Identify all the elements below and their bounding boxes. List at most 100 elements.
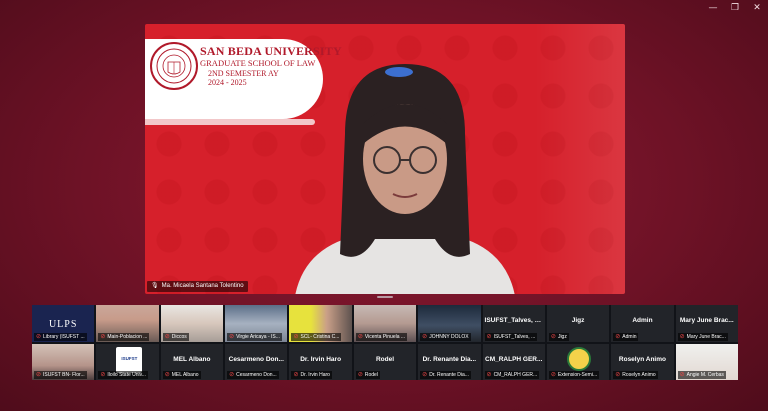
participant-name: ⊘ Diccos xyxy=(162,332,189,341)
participant-tile[interactable]: ULPS ⊘ Library (ISUFST ... xyxy=(32,305,95,342)
speaker-figure xyxy=(295,64,515,294)
participant-tile[interactable]: Dr. Irvin Haro ⊘ Dr. Irvin Haro xyxy=(289,343,352,380)
participant-tile[interactable]: Rodel ⊘ Rodel xyxy=(353,343,417,380)
muted-mic-icon: ⊘ xyxy=(100,333,106,340)
participant-name: ⊘ Library (ISUFST ... xyxy=(34,332,87,341)
participant-name: ⊘ Jigz xyxy=(548,332,569,341)
participant-label: Iloilo State Univ... xyxy=(107,372,146,378)
participant-name: ⊘ Iloilo State Univ... xyxy=(98,371,148,379)
participant-name: ⊘ Dr. Renante Dia... xyxy=(420,371,471,379)
muted-mic-icon: ⊘ xyxy=(486,333,492,340)
participant-label: Mary June Brac... xyxy=(686,333,726,340)
participant-label: ISUFST BN- Flor... xyxy=(43,372,85,378)
participant-label: Roselyn Animo xyxy=(622,372,656,378)
muted-mic-icon: ⊘ xyxy=(229,372,235,378)
participant-tile[interactable]: MEL Albano ⊘ MEL Albano xyxy=(160,343,224,380)
participant-display-name: Dr. Renante Dia... xyxy=(422,355,477,363)
participant-tile[interactable]: ⊘ Angie M. Cerbas xyxy=(675,343,738,380)
participant-tile[interactable]: CM_RALPH GER... ⊘ CM_RALPH GER... xyxy=(482,343,545,380)
participant-label: Angie M. Cerbas xyxy=(686,372,724,378)
participant-tile[interactable]: Cesarmeno Don... ⊘ Cesarmeno Don... xyxy=(225,343,288,380)
microphone-icon: 🎙 xyxy=(151,283,159,289)
video-shade xyxy=(535,24,625,294)
speaker-name-tag: 🎙 Ma. Micaela Santana Tolentino xyxy=(147,281,248,292)
participant-name: ⊘ Virgie Aricaya - IS... xyxy=(227,332,282,341)
participant-name: ⊘ MEL Albano xyxy=(162,371,201,379)
participant-name: ⊘ Rodel xyxy=(355,371,380,379)
participant-tile[interactable]: ⊘ JOHNNY DOLOX xyxy=(418,305,481,342)
participant-display-name: Rodel xyxy=(375,355,395,363)
muted-mic-icon: ⊘ xyxy=(550,333,556,340)
participant-label: Vicenta Pinuela ... xyxy=(364,333,406,340)
banner-semester: 2ND SEMESTER AY xyxy=(208,69,279,78)
participant-label: JOHNNY DOLOX xyxy=(429,333,469,340)
muted-mic-icon: ⊘ xyxy=(357,333,363,340)
muted-mic-icon: ⊘ xyxy=(357,372,363,378)
participant-display-name: ISUFST_Talves, S... xyxy=(484,317,545,324)
participant-display-name: MEL Albano xyxy=(173,355,211,363)
participant-tile[interactable]: Roselyn Animo ⊘ Roselyn Animo xyxy=(611,343,674,380)
extension-logo xyxy=(566,346,591,371)
restore-button[interactable]: ❐ xyxy=(724,0,746,16)
participant-name: ⊘ SCL- Cristina C... xyxy=(291,332,342,341)
muted-mic-icon: ⊘ xyxy=(293,333,299,340)
participant-label: CM_RALPH GER... xyxy=(493,372,538,378)
participant-name: ⊘ Main-Poblacion ... xyxy=(98,332,150,341)
muted-mic-icon: ⊘ xyxy=(100,372,106,378)
participant-display-name: Admin xyxy=(632,317,653,324)
isufst-logo: ISUFST xyxy=(116,346,143,373)
muted-mic-icon: ⊘ xyxy=(36,372,42,378)
muted-mic-icon: ⊘ xyxy=(293,372,299,378)
minimize-button[interactable]: — xyxy=(702,0,724,16)
participant-label: ISUFST_Talves, ... xyxy=(493,333,536,340)
participant-name: ⊘ Vicenta Pinuela ... xyxy=(355,332,408,341)
speaker-name: Ma. Micaela Santana Tolentino xyxy=(161,283,244,289)
participant-tile[interactable]: ISUFST ⊘ Iloilo State Univ... xyxy=(96,343,159,380)
participant-tile[interactable]: Admin ⊘ Admin xyxy=(611,305,674,342)
muted-mic-icon: ⊘ xyxy=(422,372,428,378)
participant-tile[interactable]: ⊘ SCL- Cristina C... xyxy=(289,305,352,342)
participant-name: ⊘ Extension-Semi... xyxy=(548,371,600,379)
participant-label: Jigz xyxy=(557,333,567,340)
participant-label: Diccos xyxy=(171,333,187,340)
muted-mic-icon: ⊘ xyxy=(36,333,42,340)
participant-tile[interactable]: ⊘ ISUFST BN- Flor... xyxy=(32,343,95,380)
participant-display-name: Jigz xyxy=(571,317,585,324)
participant-display-name: Mary June Brac... xyxy=(679,317,734,324)
participant-label: Main-Poblacion ... xyxy=(107,333,148,340)
logo-text: ULPS xyxy=(48,319,78,330)
window-controls: — ❐ ✕ xyxy=(702,0,768,16)
muted-mic-icon: ⊘ xyxy=(422,333,428,340)
participant-tile[interactable]: Mary June Brac... ⊘ Mary June Brac... xyxy=(675,305,738,342)
muted-mic-icon: ⊘ xyxy=(679,372,685,378)
participant-gallery: ULPS ⊘ Library (ISUFST ... ⊘ Main-Poblacio… xyxy=(32,305,738,380)
participant-name: ⊘ Admin xyxy=(613,332,639,341)
participant-label: Admin xyxy=(622,333,637,340)
participant-tile[interactable]: ⊘ Main-Poblacion ... xyxy=(96,305,159,342)
participant-name: ⊘ Dr. Irvin Haro xyxy=(291,371,332,379)
close-button[interactable]: ✕ xyxy=(746,0,768,16)
participant-name: ⊘ ISUFST BN- Flor... xyxy=(34,371,87,379)
participant-tile[interactable]: ISUFST_Talves, S... ⊘ ISUFST_Talves, ... xyxy=(482,305,545,342)
participant-display-name: Roselyn Animo xyxy=(618,355,666,363)
active-speaker-video[interactable]: SAN BEDA UNIVERSITY GRADUATE SCHOOL OF L… xyxy=(145,24,625,294)
participant-tile[interactable]: ⊘ Diccos xyxy=(160,305,224,342)
participant-tile[interactable]: ⊘ Extension-Semi... xyxy=(546,343,610,380)
participant-label: Cesarmeno Don... xyxy=(236,372,277,378)
participant-name: ⊘ Mary June Brac... xyxy=(677,332,728,341)
participant-tile[interactable]: Jigz ⊘ Jigz xyxy=(546,305,610,342)
participant-tile[interactable]: Dr. Renante Dia... ⊘ Dr. Renante Dia... xyxy=(418,343,481,380)
muted-mic-icon: ⊘ xyxy=(550,372,556,378)
muted-mic-icon: ⊘ xyxy=(164,333,170,340)
muted-mic-icon: ⊘ xyxy=(486,372,492,378)
participant-name: ⊘ CM_RALPH GER... xyxy=(484,371,540,379)
participant-display-name: Cesarmeno Don... xyxy=(228,355,284,363)
participant-display-name: CM_RALPH GER... xyxy=(485,355,543,363)
resize-handle[interactable] xyxy=(377,296,393,298)
participant-tile[interactable]: ⊘ Virgie Aricaya - IS... xyxy=(225,305,288,342)
participant-label: Dr. Renante Dia... xyxy=(429,372,469,378)
participant-label: Virgie Aricaya - IS... xyxy=(236,333,280,340)
participant-label: Extension-Semi... xyxy=(557,372,598,378)
participant-name: ⊘ Roselyn Animo xyxy=(613,371,658,379)
participant-tile[interactable]: ⊘ Vicenta Pinuela ... xyxy=(353,305,417,342)
